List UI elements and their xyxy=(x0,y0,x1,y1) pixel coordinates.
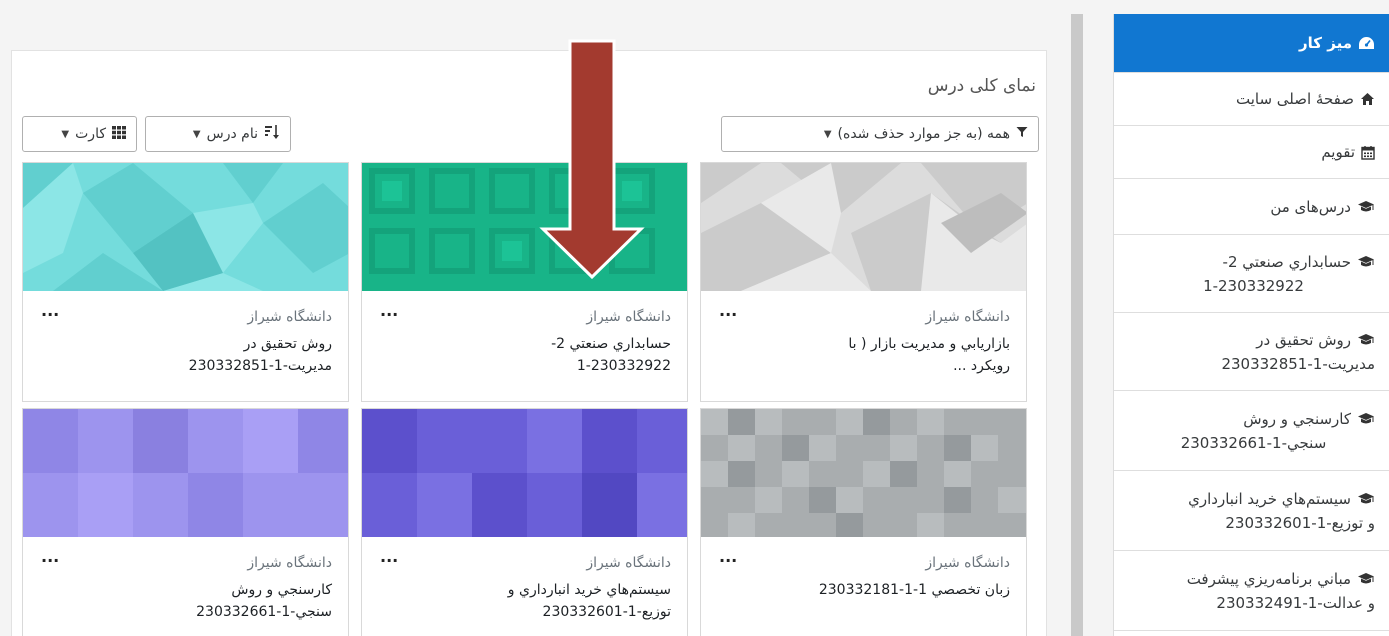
nav-item-code: و عدالت-1-230332491 xyxy=(1216,593,1375,612)
course-card-body: ... دانشگاه شیراز زبان تخصصي 1-1-2303321… xyxy=(701,537,1026,636)
block-title: نمای کلی درس xyxy=(927,76,1036,96)
chevron-down-icon: ▼ xyxy=(192,128,201,140)
annotation-arrow-icon xyxy=(539,39,645,279)
course-name-line: سیستم‌هاي خريد انبارداري و xyxy=(507,582,671,598)
course-name-line: زبان تخصصي 1-1-230332181 xyxy=(818,582,1010,598)
nav-item-course[interactable]: سیستم‌هاي خريد انبارداري و توزيع-1-23033… xyxy=(1114,471,1389,551)
nav-item-calendar[interactable]: تقویم xyxy=(1114,126,1389,179)
nav-item-course[interactable]: حسابداري صنعتي 2- 1-230332922 xyxy=(1114,235,1389,313)
chevron-down-icon: ▼ xyxy=(823,128,832,140)
nav-item-course[interactable]: مباني برنامه‌ریزي پیشرفت و عدالت-1-23033… xyxy=(1114,551,1389,631)
course-card-body: ... دانشگاه شیراز بازاريابي و مديريت باز… xyxy=(701,291,1026,401)
chevron-down-icon: ▼ xyxy=(61,128,70,140)
nav-item-code: و توزيع-1-230332601 xyxy=(1225,513,1375,532)
nav-item-dashboard[interactable]: میز کار xyxy=(1114,14,1389,73)
nav-item-label: تقویم xyxy=(1321,143,1355,161)
course-image xyxy=(362,409,687,537)
nav-item-site-home[interactable]: صفحهٔ اصلی سایت xyxy=(1114,73,1389,126)
course-card[interactable]: ... دانشگاه شیراز روش تحقیق در مدیریت-1-… xyxy=(22,162,349,402)
calendar-icon xyxy=(1361,145,1375,160)
course-name-line: سنجي-1-230332661 xyxy=(196,604,332,620)
filter-icon xyxy=(1016,126,1028,142)
course-name[interactable]: سیستم‌هاي خريد انبارداري و توزيع-1-23033… xyxy=(374,579,671,623)
sort-icon xyxy=(264,124,280,144)
course-image xyxy=(23,163,348,291)
course-card-body: ... دانشگاه شیراز سیستم‌هاي خريد انباردا… xyxy=(362,537,687,636)
course-image xyxy=(701,409,1026,537)
sort-label: نام درس xyxy=(206,126,258,142)
course-category: دانشگاه شیراز xyxy=(925,309,1010,325)
course-name-line: رويکرد ... xyxy=(953,358,1010,374)
drawer-scrollbar[interactable] xyxy=(1071,14,1083,636)
graduation-cap-icon xyxy=(1357,333,1375,346)
nav-item-code: 1-230332922 xyxy=(1203,276,1304,295)
course-name[interactable]: روش تحقیق در مدیریت-1-230332851 xyxy=(35,333,332,377)
course-card[interactable]: ... دانشگاه شیراز زبان تخصصي 1-1-2303321… xyxy=(700,408,1027,636)
nav-item-label: روش تحقیق در xyxy=(1256,330,1351,349)
nav-item-label: مباني برنامه‌ریزي پیشرفت xyxy=(1186,569,1351,588)
course-category: دانشگاه شیراز xyxy=(247,555,332,571)
filter-dropdown[interactable]: همه (به جز موارد حذف شده) ▼ xyxy=(721,116,1039,152)
view-label: کارت xyxy=(75,126,106,142)
nav-item-code: مدیریت-1-230332851 xyxy=(1221,354,1375,373)
course-overview-block: نمای کلی درس همه (به جز موارد حذف شده) ▼… xyxy=(11,50,1047,636)
course-name[interactable]: زبان تخصصي 1-1-230332181 xyxy=(713,579,1010,601)
course-name[interactable]: کارسنجي و روش سنجي-1-230332661 xyxy=(35,579,332,623)
graduation-cap-icon xyxy=(1357,492,1375,505)
graduation-cap-icon xyxy=(1357,572,1375,585)
course-menu-button[interactable]: ... xyxy=(41,547,59,566)
view-dropdown[interactable]: کارت ▼ xyxy=(22,116,137,152)
nav-item-code: سنجي-1-230332661 xyxy=(1180,433,1327,452)
nav-item-label: صفحهٔ اصلی سایت xyxy=(1235,90,1354,108)
course-name-line: بازاريابي و مديريت بازار ( با xyxy=(848,336,1010,352)
course-card[interactable]: ... دانشگاه شیراز سیستم‌هاي خريد انباردا… xyxy=(361,408,688,636)
course-menu-button[interactable]: ... xyxy=(380,547,398,566)
nav-drawer: میز کار صفحهٔ اصلی سایت تقویم درس‌های من xyxy=(1113,14,1389,636)
course-card-body: ... دانشگاه شیراز کارسنجي و روش سنجي-1-2… xyxy=(23,537,348,636)
course-card[interactable]: ... دانشگاه شیراز کارسنجي و روش سنجي-1-2… xyxy=(22,408,349,636)
course-card-body: ... دانشگاه شیراز روش تحقیق در مدیریت-1-… xyxy=(23,291,348,401)
course-name-line: روش تحقیق در xyxy=(243,336,332,352)
nav-item-label: درس‌های من xyxy=(1270,197,1351,216)
course-name[interactable]: بازاريابي و مديريت بازار ( با رويکرد ... xyxy=(713,333,1010,377)
nav-item-my-courses[interactable]: درس‌های من xyxy=(1114,179,1389,235)
course-name[interactable]: حسابداري صنعتي 2- 1-230332922 xyxy=(374,333,671,377)
course-category: دانشگاه شیراز xyxy=(586,555,671,571)
nav-item-label: کارسنجي و روش xyxy=(1243,409,1351,428)
course-image xyxy=(23,409,348,537)
course-menu-button[interactable]: ... xyxy=(719,301,737,320)
filter-label: همه (به جز موارد حذف شده) xyxy=(837,126,1010,142)
nav-item-course[interactable]: کارسنجي و روش سنجي-1-230332661 xyxy=(1114,391,1389,471)
course-category: دانشگاه شیراز xyxy=(247,309,332,325)
course-card-body: ... دانشگاه شیراز حسابداري صنعتي 2- 1-23… xyxy=(362,291,687,401)
course-menu-button[interactable]: ... xyxy=(41,301,59,320)
course-menu-button[interactable]: ... xyxy=(719,547,737,566)
grid-icon xyxy=(112,125,126,143)
sort-dropdown[interactable]: نام درس ▼ xyxy=(145,116,291,152)
course-name-line: کارسنجي و روش xyxy=(231,582,332,598)
course-category: دانشگاه شیراز xyxy=(586,309,671,325)
course-name-line: توزيع-1-230332601 xyxy=(542,604,671,620)
course-category: دانشگاه شیراز xyxy=(925,555,1010,571)
course-menu-button[interactable]: ... xyxy=(380,301,398,320)
course-image xyxy=(701,163,1026,291)
graduation-cap-icon xyxy=(1357,255,1375,268)
nav-item-course[interactable]: روش تحقیق در مدیریت-1-230332851 xyxy=(1114,313,1389,391)
course-card[interactable]: ... دانشگاه شیراز بازاريابي و مديريت باز… xyxy=(700,162,1027,402)
dashboard-icon xyxy=(1358,36,1375,51)
course-name-line: 1-230332922 xyxy=(576,358,671,374)
graduation-cap-icon xyxy=(1357,200,1375,213)
course-name-line: حسابداري صنعتي 2- xyxy=(551,336,671,352)
nav-item-label: سیستم‌هاي خريد انبارداري xyxy=(1188,489,1351,508)
nav-item-label: میز کار xyxy=(1299,34,1352,52)
course-name-line: مدیریت-1-230332851 xyxy=(188,358,332,374)
nav-item-label: حسابداري صنعتي 2- xyxy=(1222,252,1351,271)
graduation-cap-icon xyxy=(1357,412,1375,425)
home-icon xyxy=(1360,92,1375,106)
